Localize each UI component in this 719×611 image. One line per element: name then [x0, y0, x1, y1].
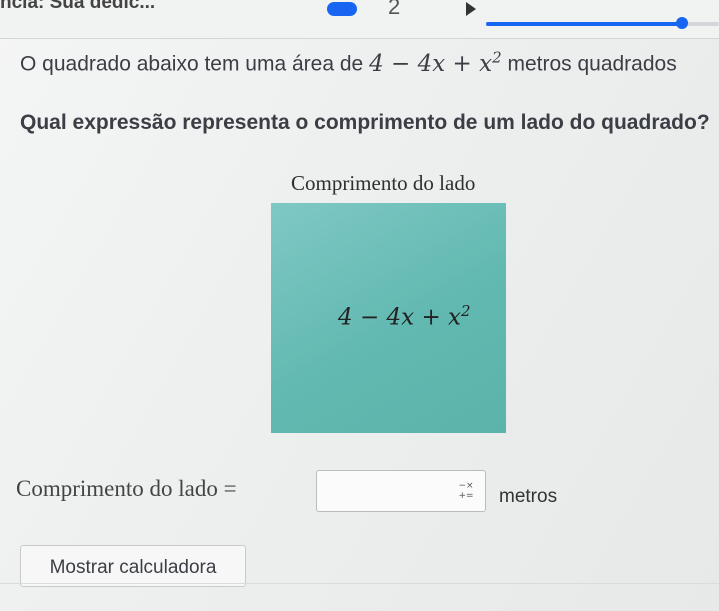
play-icon[interactable]: [466, 2, 476, 16]
question-suffix: metros quadrados: [507, 52, 677, 76]
question-prefix: O quadrado abaixo tem uma área de: [20, 52, 364, 76]
progress-bar: [486, 17, 719, 29]
area-expression: 4 − 4x + x2: [369, 48, 502, 77]
answer-input[interactable]: −× +=: [316, 470, 486, 512]
progress-knob: [675, 17, 688, 29]
math-keypad-icon[interactable]: −× +=: [457, 481, 475, 501]
square-area-label: 4 − 4x + x2: [338, 302, 471, 331]
question-line-2: Qual expressão representa o comprimento …: [20, 111, 710, 134]
divider: [0, 583, 719, 584]
answer-label: Comprimento do lado =: [16, 476, 237, 501]
unit-label: metros: [499, 486, 558, 507]
step-number: 2: [388, 0, 401, 19]
progress-fill: [486, 22, 682, 26]
current-step-indicator: [327, 2, 357, 16]
square-side-label: Comprimento do lado: [291, 171, 476, 195]
question-line-1: O quadrado abaixo tem uma área de 4 − 4x…: [20, 48, 677, 77]
show-calculator-button[interactable]: Mostrar calculadora: [20, 545, 246, 587]
top-bar: ncia: Sua dedic... 2: [0, 0, 719, 39]
dedication-text: ncia: Sua dedic...: [0, 0, 156, 13]
